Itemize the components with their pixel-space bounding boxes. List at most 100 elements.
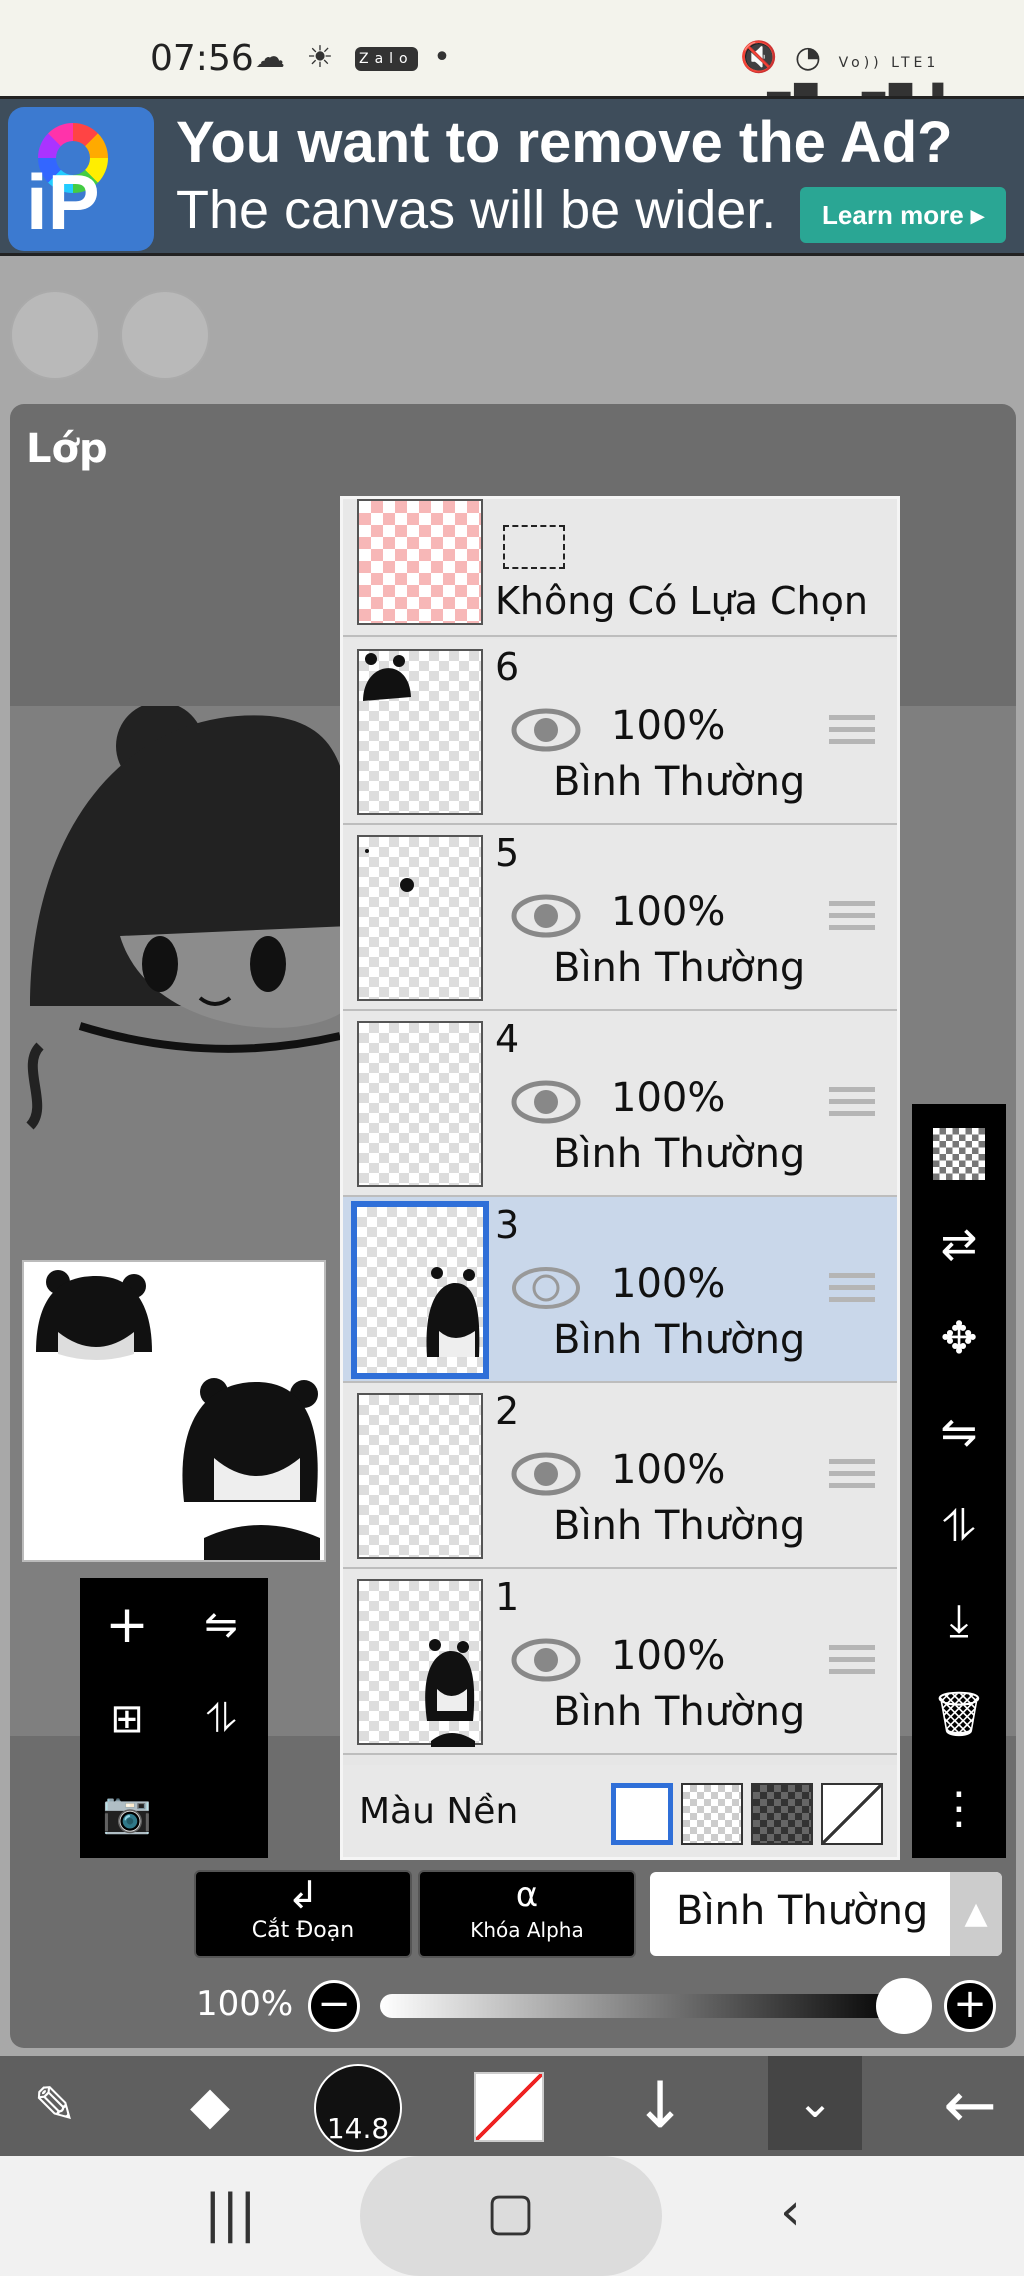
zalo-icon: Zalo [355,46,418,71]
clipping-button[interactable]: ↲ Cắt Đoạn [194,1870,412,1958]
recents-icon[interactable]: ||| [204,2184,257,2244]
undo-button[interactable] [10,290,100,380]
visibility-eye-icon[interactable] [511,1637,581,1683]
copy-layer-icon[interactable]: ⊞ [80,1672,174,1766]
layer-thumbnail [357,835,483,1001]
layer-blend-mode: Bình Thường [553,1503,806,1549]
system-nav-bar: ||| ▢ ‹ [0,2156,1024,2276]
layer-panel-toggle-icon[interactable]: ⌄ [768,2056,862,2150]
cloud-icon: ☁ [255,40,291,75]
status-bar: 07:56 ☁ ☀ Zalo • 🔇 ◔ Vo)) LTE1 ▂▄▆ ▂▄▆ ▮ [0,0,1024,110]
layer-opacity: 100% [611,1075,726,1121]
back-icon[interactable]: ‹ [780,2182,801,2242]
clipping-icon: ↲ [287,1873,319,1917]
layer-blend-mode: Bình Thường [553,759,806,805]
checkerboard-icon[interactable] [912,1104,1006,1198]
drag-handle-icon[interactable] [829,901,875,935]
layer-opacity: 100% [611,1633,726,1679]
bg-dark-swatch[interactable] [751,1783,813,1845]
eraser-icon[interactable]: ◆ [160,2056,260,2156]
alpha-lock-button[interactable]: α Khóa Alpha [418,1870,636,1958]
arrow-down-icon[interactable]: ↓ [620,2056,700,2156]
learn-more-button[interactable]: Learn more ▸ [800,187,1006,243]
opacity-slider-knob[interactable] [876,1978,932,2034]
drag-handle-icon[interactable] [829,1273,875,1307]
layer-row-1[interactable]: 1 100% Bình Thường [343,1569,897,1755]
layer-number: 2 [495,1389,520,1433]
transfer-layer-icon[interactable]: ⇄ [912,1198,1006,1292]
selection-marquee-icon [503,525,565,569]
flip-horizontal-icon[interactable]: ⇋ [174,1578,268,1672]
layer-opacity: 100% [611,1261,726,1307]
layer-number: 5 [495,831,520,875]
bottom-toolbar: ✎ ◆ 14.8 ↓ ⌄ ← [0,2056,1024,2156]
blend-mode-value: Bình Thường [676,1888,929,1934]
layer-action-tools: + ⇋ ⊞ ⥮ 📷 [80,1578,268,1858]
chevron-up-icon: ▲ [950,1872,1002,1956]
bg-none-swatch[interactable] [821,1783,883,1845]
layer-number: 4 [495,1017,520,1061]
sun-icon: ☀ [306,40,340,75]
home-icon[interactable]: ▢ [486,2182,535,2242]
ad-headline: You want to remove the Ad? [176,110,953,175]
bg-white-swatch[interactable] [611,1783,673,1845]
ad-subline: The canvas will be wider. [176,180,777,240]
layer-thumbnail [351,1201,489,1379]
layer-number: 3 [495,1203,520,1247]
visibility-eye-icon[interactable] [511,1079,581,1125]
layer-blend-mode: Bình Thường [553,1317,806,1363]
layer-row-2[interactable]: 2 100% Bình Thường [343,1383,897,1569]
layer-blend-mode: Bình Thường [553,1131,806,1177]
brush-size-button[interactable]: 14.8 [314,2064,402,2152]
visibility-eye-icon[interactable] [511,893,581,939]
flip-horizontal-icon[interactable]: ⇋ [912,1386,1006,1480]
opacity-decrease-button[interactable]: − [308,1980,360,2032]
opacity-slider-track[interactable] [380,1994,904,2018]
opacity-increase-button[interactable]: + [944,1980,996,2032]
selection-thumbnail [357,499,483,625]
more-options-icon[interactable]: ⋮ [912,1762,1006,1856]
background-label: Màu Nền [359,1791,519,1832]
notification-icons: ☁ ☀ Zalo • [255,40,457,75]
layer-side-toolbar: ⇄ ✥ ⇋ ⥮ ⤓ 🗑 ⋮ [912,1104,1006,1858]
dot-icon: • [433,40,457,75]
color-swatch-button[interactable] [474,2072,544,2142]
layer-number: 1 [495,1575,520,1619]
opacity-value: 100% [196,1984,294,2024]
bg-transparent-swatch[interactable] [681,1783,743,1845]
drag-handle-icon[interactable] [829,1645,875,1679]
no-selection-label: Không Có Lựa Chọn [495,579,868,623]
ibispaint-logo: iP [8,107,154,251]
canvas-preview[interactable] [22,1260,326,1562]
alpha-lock-icon: α [515,1875,539,1915]
trash-icon[interactable]: 🗑 [912,1668,1006,1762]
add-layer-icon[interactable]: + [80,1578,174,1672]
back-arrow-icon[interactable]: ← [930,2056,1010,2156]
flip-vertical-icon[interactable]: ⥮ [174,1672,268,1766]
selection-layer-row[interactable]: Không Có Lựa Chọn [343,499,897,637]
layer-row-6[interactable]: 6 100% Bình Thường [343,639,897,825]
visibility-eye-icon[interactable] [511,1265,581,1311]
move-icon[interactable]: ✥ [912,1292,1006,1386]
visibility-eye-icon[interactable] [511,1451,581,1497]
layer-panel-title: Lớp [26,426,108,472]
tool-switch-icon[interactable]: ✎ [10,2056,100,2156]
ad-banner[interactable]: iP You want to remove the Ad? The canvas… [0,96,1024,256]
blend-mode-select[interactable]: Bình Thường ▲ [650,1872,1002,1956]
drag-handle-icon[interactable] [829,1459,875,1493]
layer-blend-mode: Bình Thường [553,945,806,991]
layer-row-5[interactable]: 5 100% Bình Thường [343,825,897,1011]
volte-icon: Vo)) LTE1 [838,55,940,71]
layer-row-3[interactable]: 3 100% Bình Thường [343,1197,897,1383]
visibility-eye-icon[interactable] [511,707,581,753]
flip-vertical-icon[interactable]: ⥮ [912,1480,1006,1574]
layer-list[interactable]: Không Có Lựa Chọn 6 100% Bình Thường 5 1… [340,496,900,1860]
camera-icon[interactable]: 📷 [80,1766,174,1860]
merge-down-icon[interactable]: ⤓ [912,1574,1006,1668]
wifi-icon: ◔ [794,40,826,75]
logo-text: iP [26,158,100,246]
layer-row-4[interactable]: 4 100% Bình Thường [343,1011,897,1197]
drag-handle-icon[interactable] [829,715,875,749]
drag-handle-icon[interactable] [829,1087,875,1121]
redo-button[interactable] [120,290,210,380]
